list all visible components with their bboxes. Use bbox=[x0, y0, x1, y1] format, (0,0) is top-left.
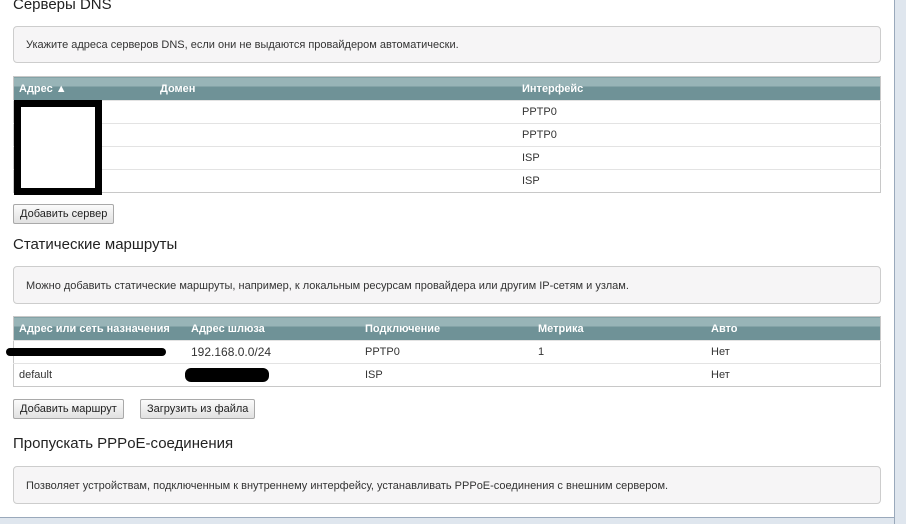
routes-table-header: Адрес или сеть назначения Адрес шлюза По… bbox=[13, 316, 881, 341]
dns-domain-cell bbox=[155, 100, 517, 124]
route-destination-cell: default bbox=[13, 363, 186, 387]
route-metric-cell: 1 bbox=[533, 340, 706, 364]
redaction-mark bbox=[185, 368, 269, 382]
column-header-connection[interactable]: Подключение bbox=[360, 316, 533, 341]
dns-notice-text: Укажите адреса серверов DNS, если они не… bbox=[26, 39, 459, 51]
table-row[interactable]: default ISP Нет bbox=[13, 363, 881, 387]
column-header-destination[interactable]: Адрес или сеть назначения bbox=[13, 316, 186, 341]
dns-table-header: Адрес ▲ Домен Интерфейс bbox=[13, 76, 881, 101]
column-header-address[interactable]: Адрес ▲ bbox=[13, 76, 155, 101]
table-row[interactable]: PPTP0 bbox=[13, 123, 881, 147]
dns-interface-cell: PPTP0 bbox=[517, 123, 881, 147]
window-frame-bottom bbox=[0, 517, 894, 524]
add-route-button[interactable]: Добавить маршрут bbox=[13, 399, 124, 419]
dns-domain-cell bbox=[155, 123, 517, 147]
route-metric-cell bbox=[533, 363, 706, 387]
pppoe-section-title: Пропускать PPPoE-соединения bbox=[13, 435, 234, 452]
routes-notice: Можно добавить статические маршруты, нап… bbox=[13, 266, 881, 304]
column-header-metric[interactable]: Метрика bbox=[533, 316, 706, 341]
column-header-gateway[interactable]: Адрес шлюза bbox=[186, 316, 360, 341]
route-connection-cell: PPTP0 bbox=[360, 340, 533, 364]
window-frame-right bbox=[894, 0, 906, 524]
pppoe-notice: Позволяет устройствам, подключенным к вн… bbox=[13, 466, 881, 504]
route-auto-cell: Нет bbox=[706, 363, 881, 387]
route-auto-cell: Нет bbox=[706, 340, 881, 364]
dns-servers-table: Адрес ▲ Домен Интерфейс PPTP0 PPTP0 ISP bbox=[13, 76, 881, 193]
column-header-interface[interactable]: Интерфейс bbox=[517, 76, 881, 101]
dns-domain-cell bbox=[155, 146, 517, 170]
routes-notice-text: Можно добавить статические маршруты, нап… bbox=[26, 280, 629, 292]
dns-domain-cell bbox=[155, 169, 517, 193]
router-settings-page: Серверы DNS Укажите адреса серверов DNS,… bbox=[0, 0, 894, 524]
load-from-file-button[interactable]: Загрузить из файла bbox=[140, 399, 256, 419]
table-row[interactable]: ISP bbox=[13, 146, 881, 170]
table-row[interactable]: PPTP0 bbox=[13, 100, 881, 124]
add-dns-server-button[interactable]: Добавить сервер bbox=[13, 204, 115, 224]
dns-interface-cell: PPTP0 bbox=[517, 100, 881, 124]
redaction-mark bbox=[6, 348, 166, 356]
column-header-auto[interactable]: Авто bbox=[706, 316, 881, 341]
dns-notice: Укажите адреса серверов DNS, если они не… bbox=[13, 26, 881, 63]
dns-interface-cell: ISP bbox=[517, 169, 881, 193]
dns-section-title: Серверы DNS bbox=[13, 0, 112, 13]
column-header-domain[interactable]: Домен bbox=[155, 76, 517, 101]
dns-interface-cell: ISP bbox=[517, 146, 881, 170]
route-connection-cell: ISP bbox=[360, 363, 533, 387]
route-gateway-cell: 192.168.0.0/24 bbox=[186, 340, 360, 364]
table-row[interactable]: ISP bbox=[13, 169, 881, 193]
pppoe-notice-text: Позволяет устройствам, подключенным к вн… bbox=[26, 480, 669, 492]
redaction-box bbox=[14, 100, 102, 195]
routes-section-title: Статические маршруты bbox=[13, 236, 178, 253]
